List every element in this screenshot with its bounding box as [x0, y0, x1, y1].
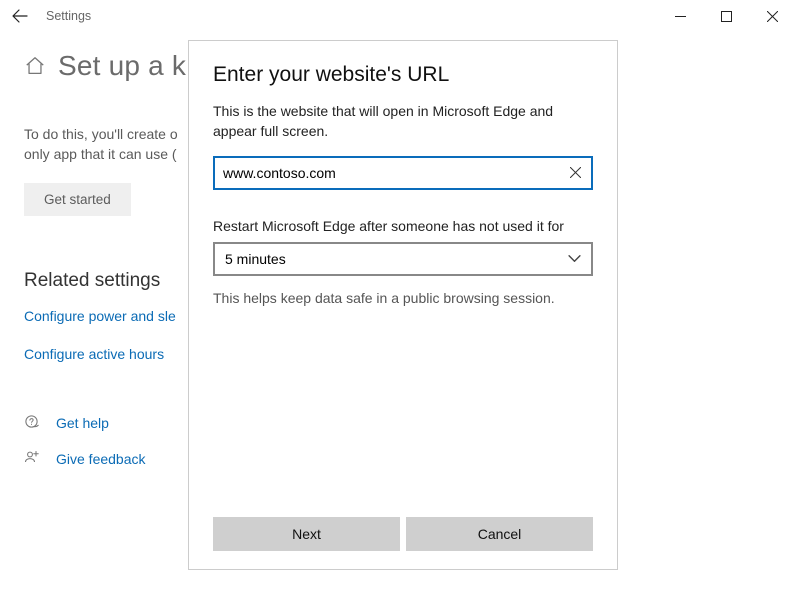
restart-label: Restart Microsoft Edge after someone has…	[213, 218, 593, 234]
get-started-button[interactable]: Get started	[24, 183, 131, 216]
minimize-icon	[675, 11, 686, 22]
maximize-icon	[721, 11, 732, 22]
url-input-container	[213, 156, 593, 190]
restart-timeout-select[interactable]: 5 minutes	[213, 242, 593, 276]
url-dialog: Enter your website's URL This is the web…	[188, 40, 618, 570]
title-bar: Settings	[0, 0, 795, 32]
feedback-icon	[24, 450, 42, 468]
clear-input-button[interactable]	[567, 165, 583, 181]
dialog-title: Enter your website's URL	[213, 63, 593, 87]
minimize-button[interactable]	[657, 1, 703, 31]
page-title: Set up a k	[58, 50, 186, 82]
link-give-feedback[interactable]: Give feedback	[56, 451, 146, 467]
close-icon	[767, 11, 778, 22]
back-button[interactable]	[8, 4, 32, 28]
arrow-left-icon	[12, 8, 28, 24]
cancel-button[interactable]: Cancel	[406, 517, 593, 551]
chevron-down-icon	[567, 252, 581, 266]
window-title: Settings	[46, 9, 91, 23]
dialog-description: This is the website that will open in Mi…	[213, 101, 593, 142]
maximize-button[interactable]	[703, 1, 749, 31]
select-value: 5 minutes	[225, 251, 286, 267]
home-icon	[24, 55, 46, 77]
url-input[interactable]	[223, 165, 583, 181]
help-icon	[24, 414, 42, 432]
dialog-hint: This helps keep data safe in a public br…	[213, 290, 593, 306]
close-button[interactable]	[749, 1, 795, 31]
x-icon	[570, 167, 581, 178]
link-get-help[interactable]: Get help	[56, 415, 109, 431]
next-button[interactable]: Next	[213, 517, 400, 551]
